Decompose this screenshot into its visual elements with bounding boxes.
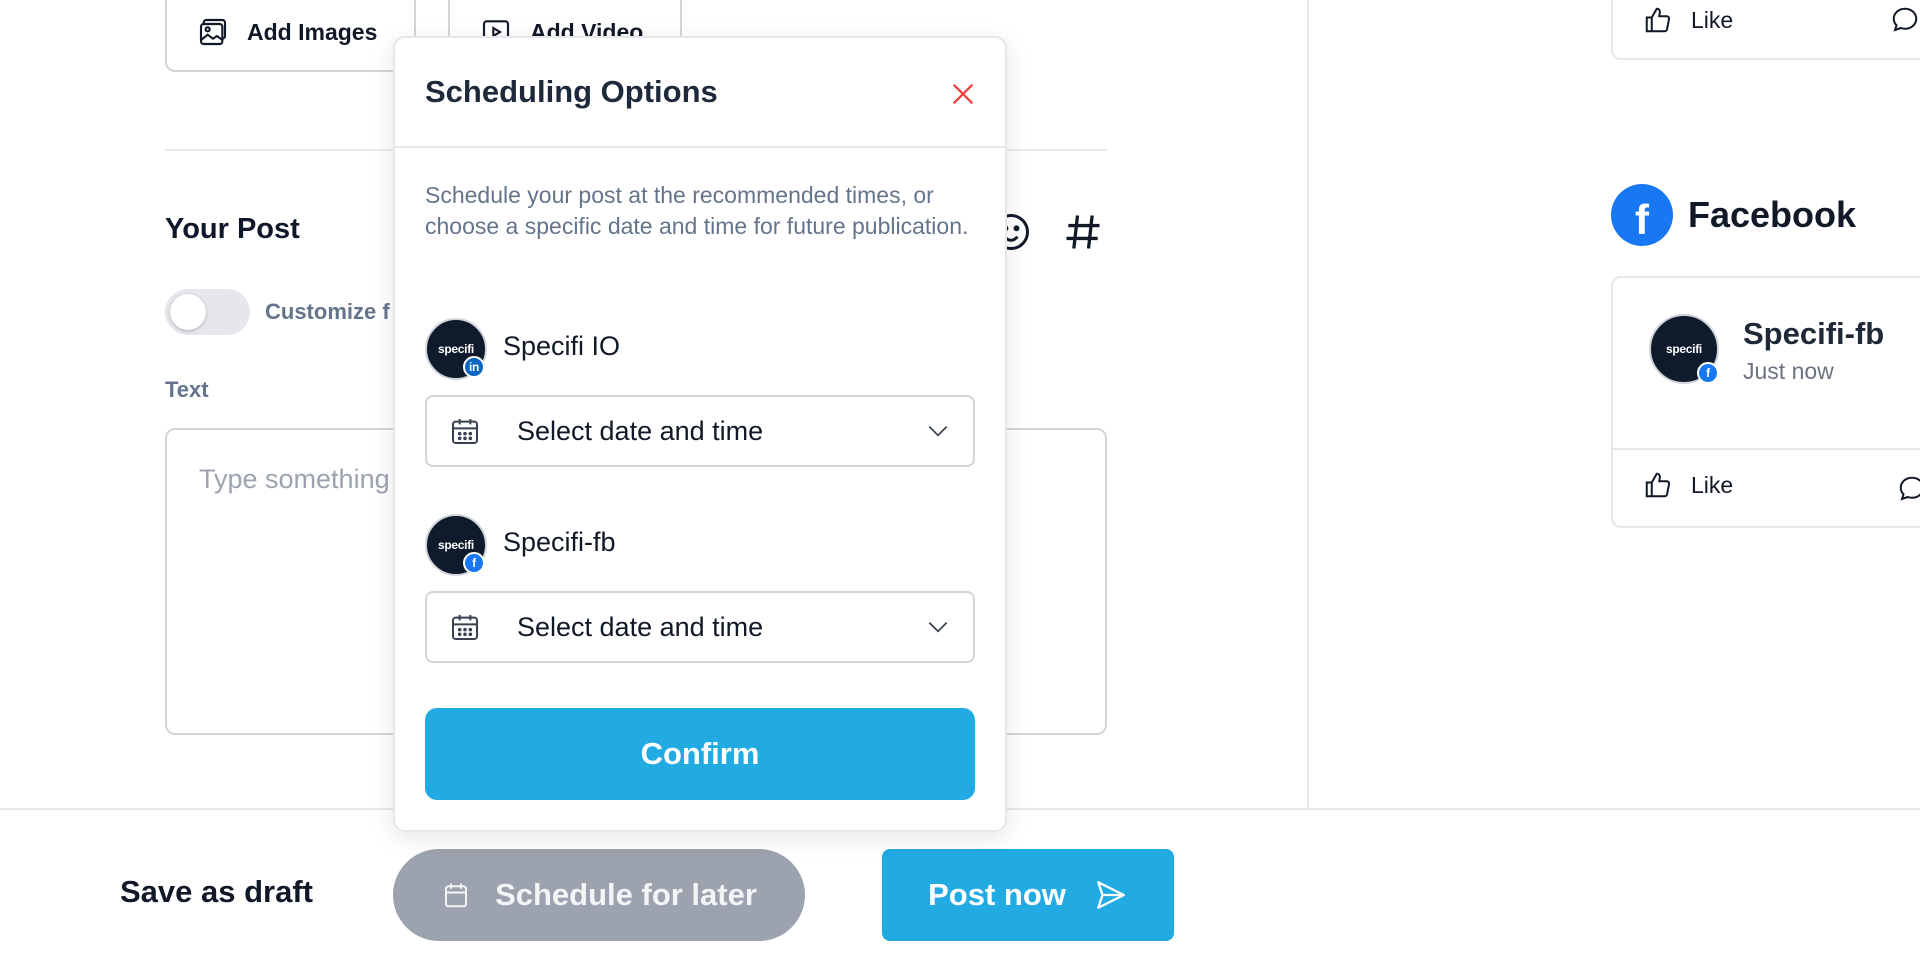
- facebook-preview-title: Facebook: [1688, 194, 1857, 235]
- send-icon: [1097, 881, 1125, 909]
- modal-divider: [395, 146, 1005, 148]
- schedule-later-button[interactable]: Schedule for later: [393, 849, 805, 941]
- avatar-text: specifi: [1666, 342, 1702, 356]
- calendar-icon: [445, 883, 468, 908]
- avatar: specifi f: [1649, 314, 1719, 384]
- avatar: specifi in: [425, 318, 487, 380]
- toggle-knob: [170, 294, 206, 330]
- fb-post-time: Just now: [1743, 358, 1834, 384]
- schedule-later-label: Schedule for later: [495, 877, 757, 912]
- post-text-placeholder: Type something: [199, 464, 390, 494]
- facebook-preview-card: specifi f Specifi-fb Just now Like: [1611, 276, 1920, 528]
- thumbs-up-icon: [1645, 472, 1671, 498]
- hashtag-icon[interactable]: [1061, 210, 1105, 254]
- date-time-picker-linkedin[interactable]: Select date and time: [425, 395, 975, 467]
- account-name-linkedin: Specifi IO: [503, 331, 621, 361]
- top-like-button[interactable]: Like: [1643, 5, 1733, 35]
- facebook-logo-icon: f: [1611, 184, 1673, 246]
- avatar: specifi f: [425, 514, 487, 576]
- customize-toggle[interactable]: [165, 289, 250, 335]
- date-time-picker-value: Select date and time: [517, 611, 764, 642]
- facebook-badge-icon: f: [1697, 362, 1719, 384]
- close-icon[interactable]: [947, 78, 979, 110]
- thumbs-up-icon: [1645, 7, 1671, 33]
- avatar-text: specifi: [438, 342, 474, 356]
- post-now-label: Post now: [928, 877, 1066, 912]
- image-icon: [199, 18, 227, 46]
- customize-toggle-label: Customize f: [265, 299, 390, 324]
- fb-like-button[interactable]: Like: [1643, 470, 1733, 500]
- scheduling-options-modal: Scheduling Options Schedule your post at…: [393, 36, 1007, 832]
- facebook-badge-icon: f: [463, 552, 485, 574]
- modal-title: Scheduling Options: [425, 74, 718, 109]
- top-like-label: Like: [1691, 6, 1734, 33]
- confirm-button[interactable]: Confirm: [425, 708, 975, 800]
- panel-divider: [1307, 0, 1309, 808]
- avatar-text: specifi: [438, 538, 474, 552]
- date-time-picker-facebook[interactable]: Select date and time: [425, 591, 975, 663]
- modal-description: Schedule your post at the recommended ti…: [425, 182, 969, 239]
- comment-icon[interactable]: [1897, 474, 1920, 504]
- post-now-button[interactable]: Post now: [882, 849, 1174, 941]
- chevron-down-icon: [928, 426, 948, 437]
- your-post-heading: Your Post: [165, 213, 300, 245]
- calendar-icon: [452, 419, 478, 444]
- add-images-label: Add Images: [247, 18, 378, 45]
- add-images-button[interactable]: Add Images: [165, 0, 416, 72]
- save-draft-button[interactable]: Save as draft: [120, 874, 313, 910]
- account-name-facebook: Specifi-fb: [503, 527, 616, 557]
- fb-like-label: Like: [1691, 471, 1734, 498]
- date-time-picker-value: Select date and time: [517, 415, 764, 446]
- chevron-down-icon: [928, 622, 948, 633]
- linkedin-badge-icon: in: [463, 356, 485, 378]
- facebook-preview-header: f Facebook: [1611, 184, 1856, 246]
- calendar-icon: [452, 615, 478, 640]
- fb-account-name: Specifi-fb: [1743, 316, 1885, 351]
- card-divider: [1613, 448, 1920, 450]
- text-label: Text: [165, 377, 209, 402]
- comment-icon[interactable]: [1890, 5, 1920, 35]
